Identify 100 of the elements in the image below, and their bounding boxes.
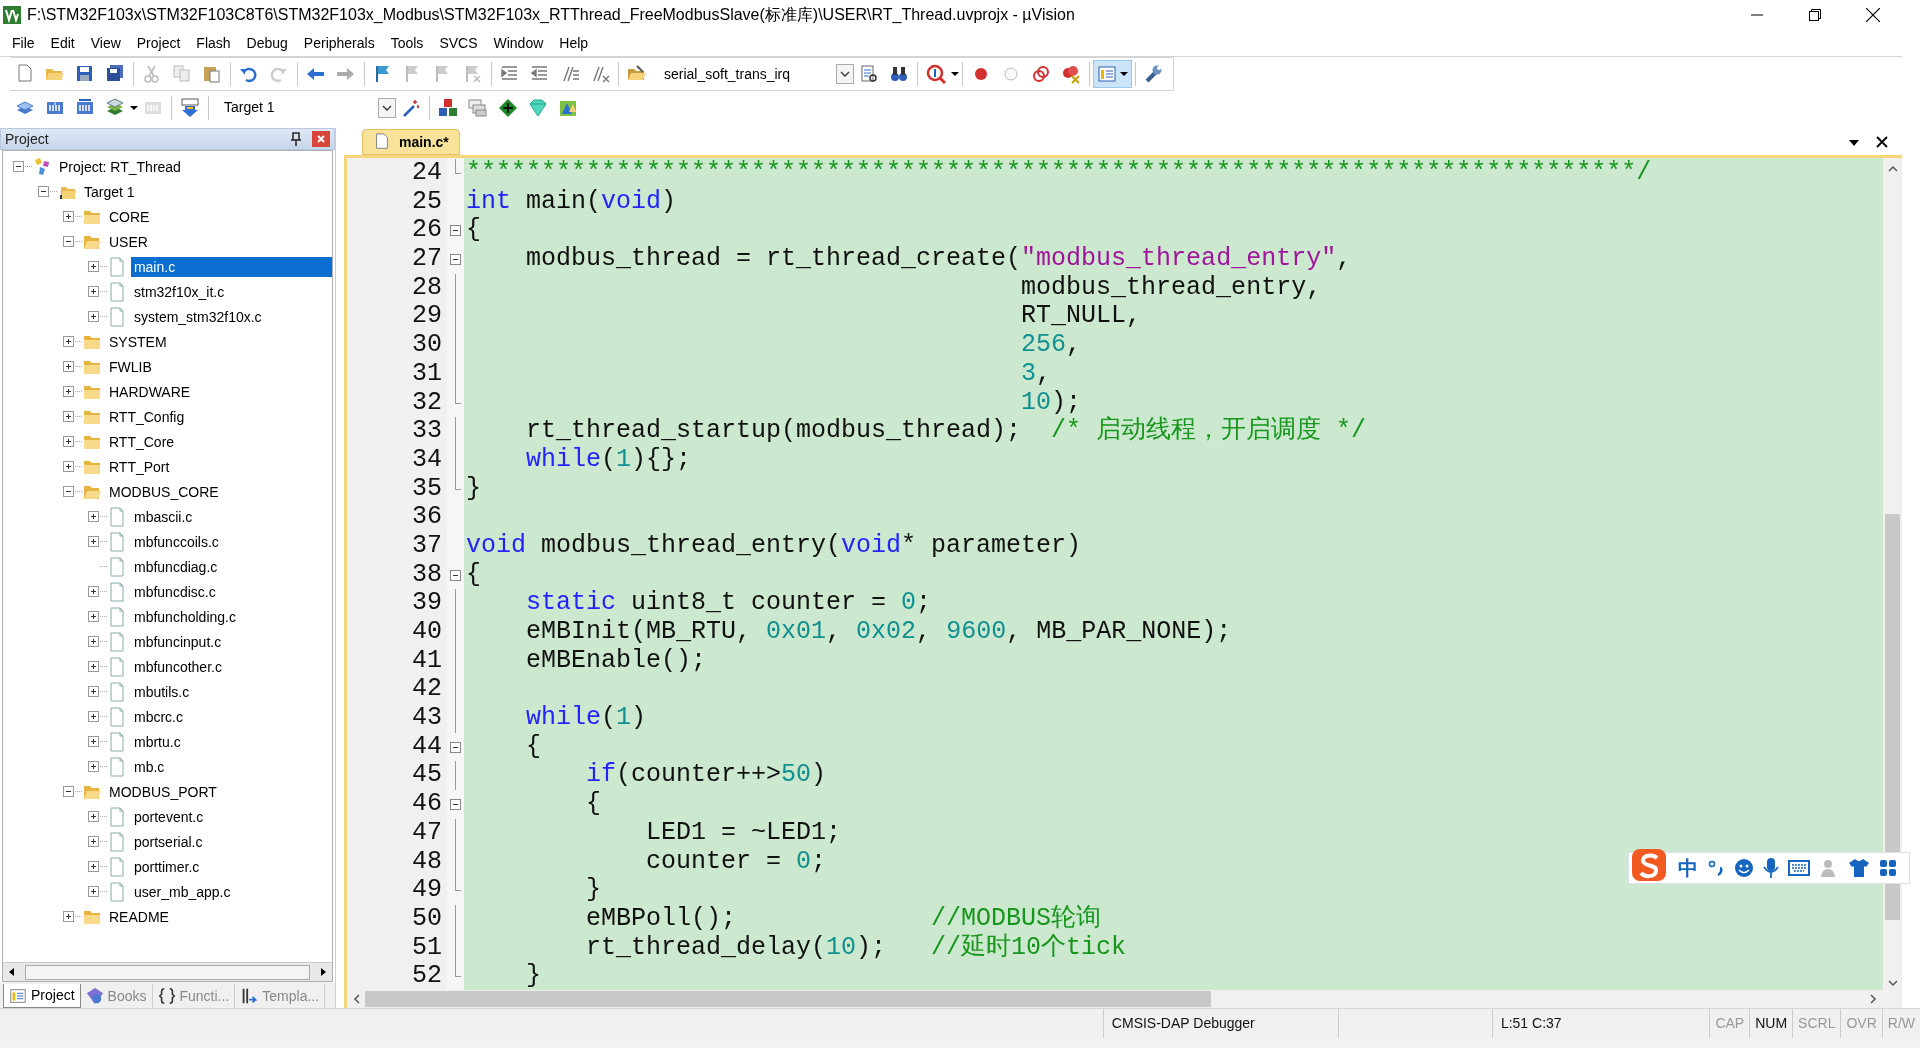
fold-toggle-icon[interactable] bbox=[450, 569, 461, 581]
manage-components-icon[interactable] bbox=[438, 97, 458, 118]
expand-icon[interactable] bbox=[88, 586, 99, 597]
menu-item[interactable]: Project bbox=[128, 30, 189, 56]
expand-icon[interactable] bbox=[63, 211, 74, 222]
close-icon[interactable] bbox=[1866, 8, 1880, 22]
expand-icon[interactable] bbox=[88, 636, 99, 647]
tree-item[interactable]: USER bbox=[106, 231, 151, 252]
tree-item[interactable]: mbfunccoils.c bbox=[131, 531, 222, 552]
tree-item[interactable]: MODBUS_PORT bbox=[106, 781, 220, 802]
dropdown-icon[interactable] bbox=[836, 64, 854, 84]
menu-item[interactable]: Peripherals bbox=[295, 30, 383, 56]
find-icon[interactable] bbox=[859, 64, 879, 84]
tree-item[interactable]: system_stm32f10x.c bbox=[131, 306, 265, 327]
expand-icon[interactable] bbox=[88, 886, 99, 897]
caret-icon[interactable] bbox=[951, 70, 959, 78]
save-all-icon[interactable] bbox=[105, 64, 125, 84]
uncomment-icon[interactable] bbox=[590, 64, 610, 84]
menu-item[interactable]: View bbox=[82, 30, 129, 56]
menu-item[interactable]: File bbox=[4, 30, 43, 56]
magic-wand-icon[interactable] bbox=[401, 97, 421, 118]
horizontal-scrollbar[interactable] bbox=[347, 990, 1883, 1008]
caret-icon[interactable] bbox=[1120, 70, 1128, 78]
punctuation-icon[interactable] bbox=[1707, 858, 1725, 878]
expand-icon[interactable] bbox=[88, 861, 99, 872]
emoji-icon[interactable] bbox=[1734, 858, 1754, 878]
expand-icon[interactable] bbox=[88, 611, 99, 622]
close-icon[interactable] bbox=[1876, 136, 1888, 148]
collapse-icon[interactable] bbox=[63, 236, 74, 247]
project-tab-icon[interactable] bbox=[9, 986, 27, 1005]
debug-search-icon[interactable] bbox=[926, 64, 946, 84]
collapse-icon[interactable] bbox=[63, 786, 74, 797]
expand-icon[interactable] bbox=[88, 286, 99, 297]
tree-item[interactable]: SYSTEM bbox=[106, 331, 170, 352]
expand-icon[interactable] bbox=[63, 336, 74, 347]
tree-item[interactable]: mbfuncholding.c bbox=[131, 606, 239, 627]
dropdown-icon[interactable] bbox=[1848, 138, 1860, 148]
editor-tab[interactable]: main.c* bbox=[362, 129, 460, 155]
menu-item[interactable]: Flash bbox=[188, 30, 239, 56]
gem-icon[interactable] bbox=[528, 97, 548, 118]
vertical-scrollbar[interactable] bbox=[1883, 158, 1902, 1008]
tree-item[interactable]: mbfuncother.c bbox=[131, 656, 225, 677]
horizontal-scrollbar[interactable] bbox=[3, 962, 332, 981]
fold-toggle-icon[interactable] bbox=[450, 225, 461, 237]
tree-item[interactable]: mbfuncdiag.c bbox=[131, 556, 221, 577]
tree-item[interactable]: mbfuncinput.c bbox=[131, 631, 225, 652]
download-icon[interactable] bbox=[180, 97, 200, 118]
collapse-icon[interactable] bbox=[38, 186, 49, 197]
menu-item[interactable]: SVCS bbox=[431, 30, 486, 56]
tree-item[interactable]: stm32f10x_it.c bbox=[131, 281, 228, 302]
expand-icon[interactable] bbox=[88, 761, 99, 772]
stacked-windows-icon[interactable] bbox=[468, 97, 488, 118]
tree-item[interactable]: RTT_Core bbox=[106, 431, 178, 452]
batch-build-icon[interactable] bbox=[105, 97, 125, 118]
tree-item[interactable]: mbrtu.c bbox=[131, 731, 184, 752]
collapse-icon[interactable] bbox=[63, 486, 74, 497]
expand-icon[interactable] bbox=[88, 261, 99, 272]
comment-icon[interactable] bbox=[560, 64, 580, 84]
template-icon[interactable] bbox=[240, 987, 259, 1005]
scrollbar-thumb[interactable] bbox=[365, 991, 1211, 1007]
keyboard-icon[interactable] bbox=[1788, 860, 1810, 876]
menu-item[interactable]: Help bbox=[551, 30, 597, 56]
collapse-icon[interactable] bbox=[13, 161, 24, 172]
fold-toggle-icon[interactable] bbox=[450, 799, 461, 811]
expand-icon[interactable] bbox=[88, 661, 99, 672]
paste-icon[interactable] bbox=[202, 64, 222, 84]
expand-icon[interactable] bbox=[88, 836, 99, 847]
caret-icon[interactable] bbox=[130, 103, 138, 112]
expand-icon[interactable] bbox=[88, 536, 99, 547]
expand-icon[interactable] bbox=[63, 361, 74, 372]
shirt-icon[interactable] bbox=[1848, 858, 1870, 878]
fold-toggle-icon[interactable] bbox=[450, 741, 461, 753]
menu-item[interactable]: Debug bbox=[238, 30, 296, 56]
tree-item[interactable]: mbcrc.c bbox=[131, 706, 186, 727]
breakpoints-icon[interactable] bbox=[1031, 64, 1051, 84]
expand-icon[interactable] bbox=[88, 311, 99, 322]
tree-item[interactable]: RTT_Config bbox=[106, 406, 188, 427]
tree-item[interactable]: user_mb_app.c bbox=[131, 881, 234, 902]
braces-icon[interactable] bbox=[157, 987, 176, 1005]
expand-icon[interactable] bbox=[88, 811, 99, 822]
expand-icon[interactable] bbox=[88, 686, 99, 697]
ime-logo-icon[interactable] bbox=[1631, 848, 1669, 884]
menu-item[interactable]: Window bbox=[485, 30, 552, 56]
tree-item[interactable]: mb.c bbox=[131, 756, 168, 777]
wrench-icon[interactable] bbox=[1144, 64, 1164, 84]
expand-icon[interactable] bbox=[88, 511, 99, 522]
tree-item[interactable]: RTT_Port bbox=[106, 456, 173, 477]
expand-icon[interactable] bbox=[63, 411, 74, 422]
tree-item[interactable]: FWLIB bbox=[106, 356, 155, 377]
tree-item[interactable]: portserial.c bbox=[131, 831, 206, 852]
diamond-icon[interactable] bbox=[498, 97, 518, 118]
tree-item[interactable]: mbfuncdisc.c bbox=[131, 581, 219, 602]
ime-mode[interactable]: 中 bbox=[1678, 853, 1698, 883]
binoculars-icon[interactable] bbox=[889, 64, 909, 84]
scrollbar-thumb[interactable] bbox=[1885, 514, 1900, 920]
menu-item[interactable]: Tools bbox=[382, 30, 432, 56]
tree-item[interactable]: portevent.c bbox=[131, 806, 207, 827]
expand-icon[interactable] bbox=[88, 736, 99, 747]
expand-icon[interactable] bbox=[63, 911, 74, 922]
tree-item[interactable]: CORE bbox=[106, 206, 153, 227]
